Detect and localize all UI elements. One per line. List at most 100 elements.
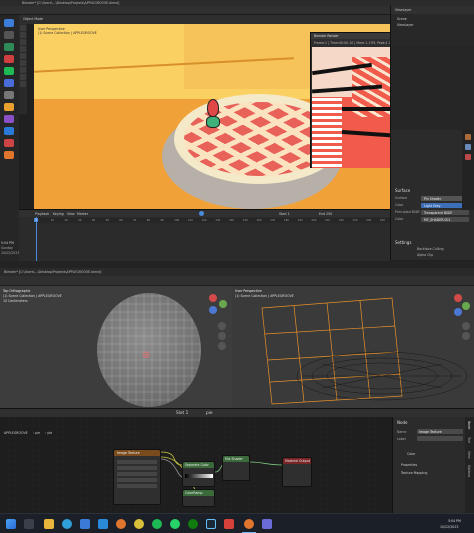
tab-options[interactable]: Options (467, 465, 471, 477)
prop-value: MF_SHADER.001 (424, 217, 451, 222)
app-icon[interactable] (4, 139, 14, 147)
windows-icon[interactable] (6, 519, 16, 529)
steam-icon[interactable] (206, 519, 216, 529)
backface-culling-checkbox[interactable]: Backface Culling (417, 247, 444, 251)
measure-tool-icon[interactable] (20, 74, 26, 80)
app-icon[interactable] (4, 19, 14, 27)
x-axis-gizmo-icon[interactable] (209, 294, 217, 302)
transform-tool-icon[interactable] (20, 60, 26, 66)
outliner-item[interactable]: Scene (397, 17, 407, 21)
separate-color-node[interactable]: Separate Color (182, 461, 215, 487)
node-title: Mix Shader (225, 457, 243, 461)
mail-icon[interactable] (80, 519, 90, 529)
wireframe-scene (261, 297, 468, 405)
node-editor-canvas[interactable]: APPLEGROOVE › pie › pie Image Texture Se… (0, 417, 392, 513)
clock-time[interactable]: 5:04 PM (448, 519, 461, 523)
zoom-icon[interactable] (218, 322, 226, 330)
app-icon[interactable] (4, 31, 14, 39)
playhead[interactable] (36, 217, 37, 262)
app-icon[interactable] (4, 127, 14, 135)
annotate-tool-icon[interactable] (20, 67, 26, 73)
clock-date[interactable]: 10/22/2023 (440, 525, 458, 529)
select-tool-icon[interactable] (20, 25, 26, 31)
app-icon[interactable] (4, 115, 14, 123)
zoom-icon[interactable] (462, 322, 470, 330)
pan-icon[interactable] (462, 332, 470, 340)
node-field[interactable] (117, 472, 157, 476)
blender-icon[interactable] (244, 519, 254, 529)
right-viewport[interactable]: User Perspective (1) Scene Collection | … (232, 286, 474, 408)
x-axis-gizmo-icon[interactable] (454, 294, 462, 302)
outliner-item[interactable]: ViewLayer (397, 23, 413, 27)
search-icon[interactable] (24, 519, 34, 529)
timeline-playback[interactable]: Playback (35, 212, 49, 216)
cursor-tool-icon[interactable] (20, 32, 26, 38)
app-icon[interactable] (4, 91, 14, 99)
node-field[interactable] (117, 460, 157, 464)
timeline-marker[interactable]: Marker (77, 212, 88, 216)
window-title: Blender* [C:\Users\...\Desktop\Projects\… (22, 1, 120, 5)
timeline-end[interactable]: End 250 (319, 212, 332, 216)
output-props-icon[interactable] (465, 144, 471, 150)
chat-icon[interactable] (262, 519, 272, 529)
timeline-view[interactable]: View (67, 212, 75, 216)
app-icon[interactable] (4, 43, 14, 51)
properties-section[interactable]: Properties (401, 463, 417, 467)
mode-select[interactable]: Object Mode (23, 17, 43, 21)
prop-field[interactable]: Transparent BSDF (421, 210, 469, 215)
material-output-node[interactable]: Material Output (282, 457, 312, 487)
blend-mode-select[interactable]: Alpha Clip (417, 253, 433, 257)
prop-field[interactable]: MF_SHADER.001 (421, 217, 469, 222)
tab-tool[interactable]: Tool (467, 437, 471, 443)
node-field[interactable] (117, 484, 157, 488)
settings-section[interactable]: Settings (395, 240, 411, 245)
timeline-start[interactable]: Start 1 (279, 212, 290, 216)
colorramp-node[interactable]: ColorRamp (182, 489, 215, 507)
timeline-keying[interactable]: Keying (53, 212, 64, 216)
z-axis-gizmo-icon[interactable] (454, 308, 462, 316)
3d-cursor-icon[interactable]: ⊕ (142, 351, 150, 361)
whatsapp-icon[interactable] (170, 519, 180, 529)
texture-mapping-section[interactable]: Texture Mapping (401, 471, 427, 475)
z-axis-gizmo-icon[interactable] (209, 306, 217, 314)
rotate-tool-icon[interactable] (20, 46, 26, 52)
y-axis-gizmo-icon[interactable] (462, 302, 470, 310)
scale-tool-icon[interactable] (20, 53, 26, 59)
music-icon[interactable] (224, 519, 234, 529)
mix-shader-node[interactable]: Mix Shader (222, 455, 250, 481)
label-field[interactable] (417, 436, 463, 441)
app-icon[interactable] (4, 79, 14, 87)
color-ramp-preview[interactable] (185, 474, 213, 478)
spotify-icon[interactable] (4, 67, 14, 75)
material-props-icon[interactable] (465, 154, 471, 160)
app-icon[interactable] (4, 55, 14, 63)
blender-icon[interactable] (4, 151, 14, 159)
node-field[interactable] (117, 478, 157, 482)
tab-node[interactable]: Node (467, 421, 471, 429)
y-axis-gizmo-icon[interactable] (219, 300, 227, 308)
left-viewport[interactable]: Top Orthographic (1) Scene Collection | … (0, 286, 232, 408)
timeline[interactable]: Playback Keying View Marker Start 1 End … (19, 209, 390, 262)
timeline-tick: 240 (366, 218, 372, 222)
color-section[interactable]: Color (407, 452, 415, 456)
node-panel-title[interactable]: Node (397, 420, 407, 425)
edge-icon[interactable] (62, 519, 72, 529)
tab-view[interactable]: View (467, 451, 471, 459)
move-tool-icon[interactable] (20, 39, 26, 45)
pan-icon[interactable] (218, 332, 226, 340)
chrome-icon[interactable] (134, 519, 144, 529)
spotify-icon[interactable] (152, 519, 162, 529)
image-texture-node[interactable]: Image Texture (113, 449, 161, 505)
record-icon[interactable] (199, 211, 204, 216)
add-cube-tool-icon[interactable] (20, 81, 26, 87)
file-explorer-icon[interactable] (44, 519, 54, 529)
render-props-icon[interactable] (465, 134, 471, 140)
vscode-icon[interactable] (98, 519, 108, 529)
camera-view-icon[interactable] (218, 342, 226, 350)
name-field[interactable]: Image Texture (417, 429, 463, 434)
surface-section[interactable]: Surface (395, 188, 410, 193)
xbox-icon[interactable] (188, 519, 198, 529)
app-icon[interactable] (4, 103, 14, 111)
node-field[interactable] (117, 466, 157, 470)
blender-icon[interactable] (116, 519, 126, 529)
